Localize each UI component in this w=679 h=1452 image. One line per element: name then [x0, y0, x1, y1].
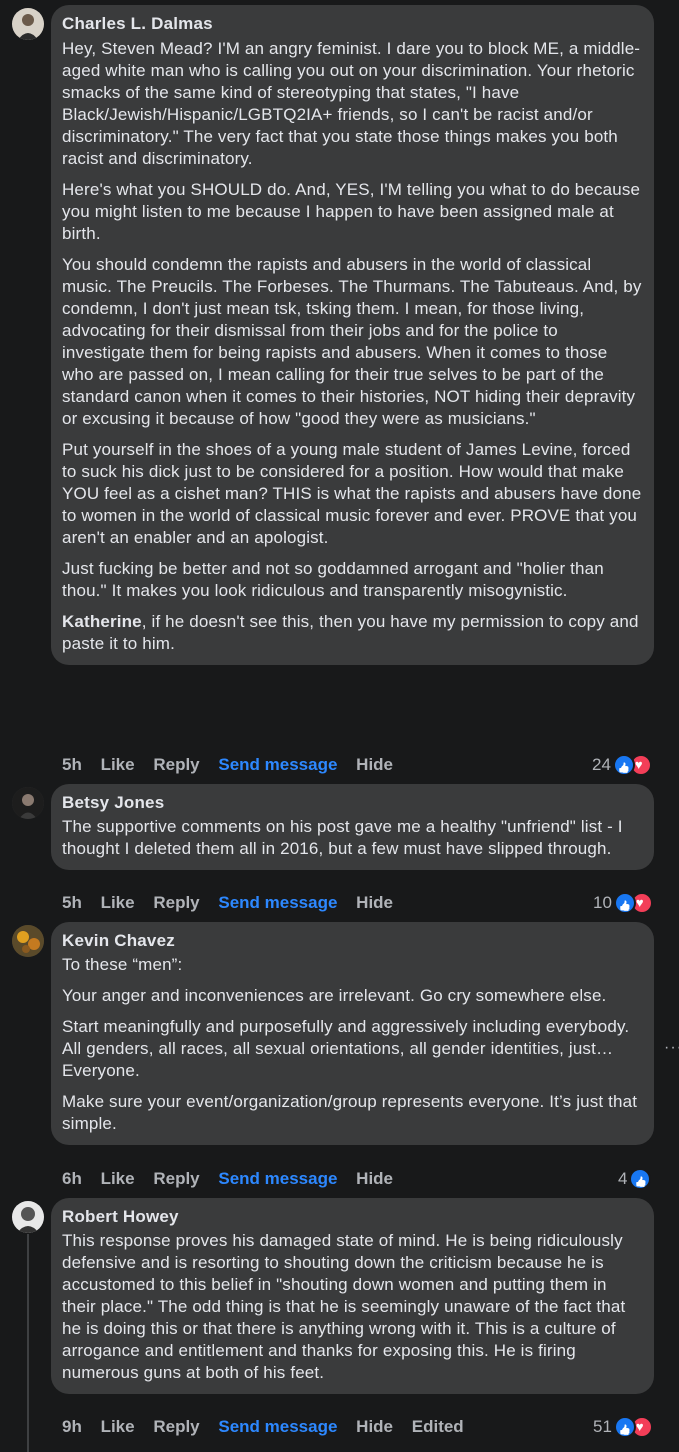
reply-button[interactable]: Reply: [153, 1169, 199, 1188]
reply-button[interactable]: Reply: [153, 893, 199, 912]
hide-button[interactable]: Hide: [356, 755, 393, 774]
comment-actions: 6h Like Reply Send message Hide: [62, 1168, 407, 1190]
reaction-count: 4: [618, 1169, 628, 1188]
comment-paragraph: Here's what you SHOULD do. And, YES, I'M…: [62, 180, 641, 243]
thread-line: [27, 1234, 29, 1452]
timestamp[interactable]: 5h: [62, 755, 82, 774]
send-message-button[interactable]: Send message: [218, 893, 337, 912]
like-reaction-icon: [629, 1168, 652, 1190]
comment-paragraph: Make sure your event/organization/group …: [62, 1092, 638, 1133]
timestamp[interactable]: 5h: [62, 893, 82, 912]
reaction-count: 51: [593, 1417, 612, 1436]
avatar[interactable]: [12, 1201, 44, 1233]
reactions[interactable]: 4: [618, 1168, 652, 1190]
comment-paragraph: Hey, Steven Mead? I'M an angry feminist.…: [62, 39, 641, 168]
comment-author[interactable]: Kevin Chavez: [62, 930, 642, 952]
comment-actions: 5h Like Reply Send message Hide: [62, 892, 407, 914]
reactions[interactable]: 24: [592, 754, 652, 776]
reactions[interactable]: 10: [593, 892, 653, 914]
like-reaction-icon: [612, 754, 635, 776]
mention-tail: , if he doesn't see this, then you have …: [62, 612, 639, 653]
comment-bubble: Robert Howey This response proves his da…: [51, 1198, 654, 1394]
comment-bubble: Kevin Chavez To these “men”: Your anger …: [51, 922, 654, 1145]
comment-paragraph: Put yourself in the shoes of a young mal…: [62, 440, 642, 547]
reaction-count: 24: [592, 755, 611, 774]
comment-paragraph: Your anger and inconveniences are irrele…: [62, 986, 607, 1005]
mention-link[interactable]: Katherine: [62, 612, 142, 631]
like-button[interactable]: Like: [101, 893, 135, 912]
like-button[interactable]: Like: [101, 1417, 135, 1436]
avatar[interactable]: [12, 8, 44, 40]
hide-button[interactable]: Hide: [356, 1417, 393, 1436]
hide-button[interactable]: Hide: [356, 893, 393, 912]
avatar[interactable]: [12, 925, 44, 957]
like-button[interactable]: Like: [101, 755, 135, 774]
like-button[interactable]: Like: [101, 1169, 135, 1188]
reply-button[interactable]: Reply: [153, 755, 199, 774]
send-message-button[interactable]: Send message: [218, 1417, 337, 1436]
comment-author[interactable]: Charles L. Dalmas: [62, 13, 642, 35]
comment-paragraph: Katherine, if he doesn't see this, then …: [62, 611, 642, 655]
comment-paragraph: The supportive comments on his post gave…: [62, 817, 623, 858]
send-message-button[interactable]: Send message: [218, 1169, 337, 1188]
comment-bubble: Charles L. Dalmas Hey, Steven Mead? I'M …: [51, 5, 654, 665]
avatar[interactable]: [12, 787, 44, 819]
reactions[interactable]: 51: [593, 1416, 653, 1438]
send-message-button[interactable]: Send message: [218, 755, 337, 774]
comment-paragraph: This response proves his damaged state o…: [62, 1231, 626, 1382]
hide-button[interactable]: Hide: [356, 1169, 393, 1188]
comment-author[interactable]: Robert Howey: [62, 1206, 642, 1228]
comment-paragraph: To these “men”:: [62, 955, 183, 974]
like-reaction-icon: [613, 892, 636, 914]
comment-author[interactable]: Betsy Jones: [62, 792, 642, 814]
comment-actions: 9h Like Reply Send message Hide Edited: [62, 1416, 478, 1438]
comment-actions: 5h Like Reply Send message Hide: [62, 754, 407, 776]
reply-button[interactable]: Reply: [153, 1417, 199, 1436]
reaction-count: 10: [593, 893, 612, 912]
timestamp[interactable]: 9h: [62, 1417, 82, 1436]
like-reaction-icon: [613, 1416, 636, 1438]
comment-paragraph: Just fucking be better and not so goddam…: [62, 559, 604, 600]
more-options-icon[interactable]: ···: [664, 1039, 679, 1057]
comment-paragraph: You should condemn the rapists and abuse…: [62, 255, 642, 428]
timestamp[interactable]: 6h: [62, 1169, 82, 1188]
comment-paragraph: Start meaningfully and purposefully and …: [62, 1017, 630, 1080]
comment-bubble: Betsy Jones The supportive comments on h…: [51, 784, 654, 870]
edited-label[interactable]: Edited: [412, 1417, 464, 1436]
